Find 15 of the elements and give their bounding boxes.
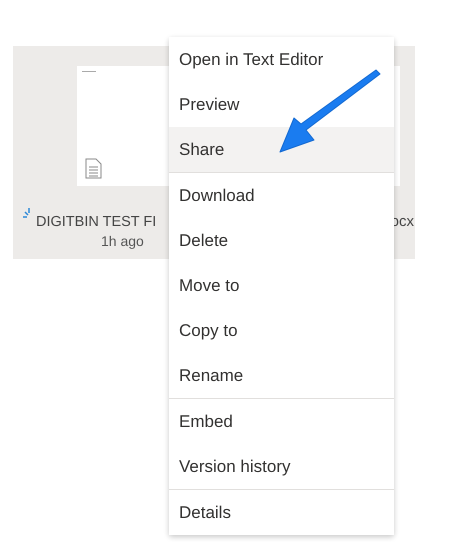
menu-item[interactable]: Move to bbox=[169, 263, 394, 308]
menu-item[interactable]: Delete bbox=[169, 218, 394, 263]
menu-item[interactable]: Embed bbox=[169, 399, 394, 444]
menu-item[interactable]: Open in Text Editor bbox=[169, 37, 394, 82]
menu-item[interactable]: Share bbox=[169, 127, 394, 172]
menu-item[interactable]: Copy to bbox=[169, 308, 394, 353]
menu-item[interactable]: Version history bbox=[169, 444, 394, 489]
menu-item[interactable]: Details bbox=[169, 490, 394, 535]
menu-item[interactable]: Rename bbox=[169, 353, 394, 398]
modified-time: 1h ago bbox=[101, 233, 144, 249]
file-name: DIGITBIN TEST FI bbox=[36, 214, 156, 230]
document-icon bbox=[85, 158, 102, 179]
menu-item[interactable]: Preview bbox=[169, 82, 394, 127]
menu-item[interactable]: Download bbox=[169, 173, 394, 218]
text-line-icon bbox=[82, 70, 96, 73]
